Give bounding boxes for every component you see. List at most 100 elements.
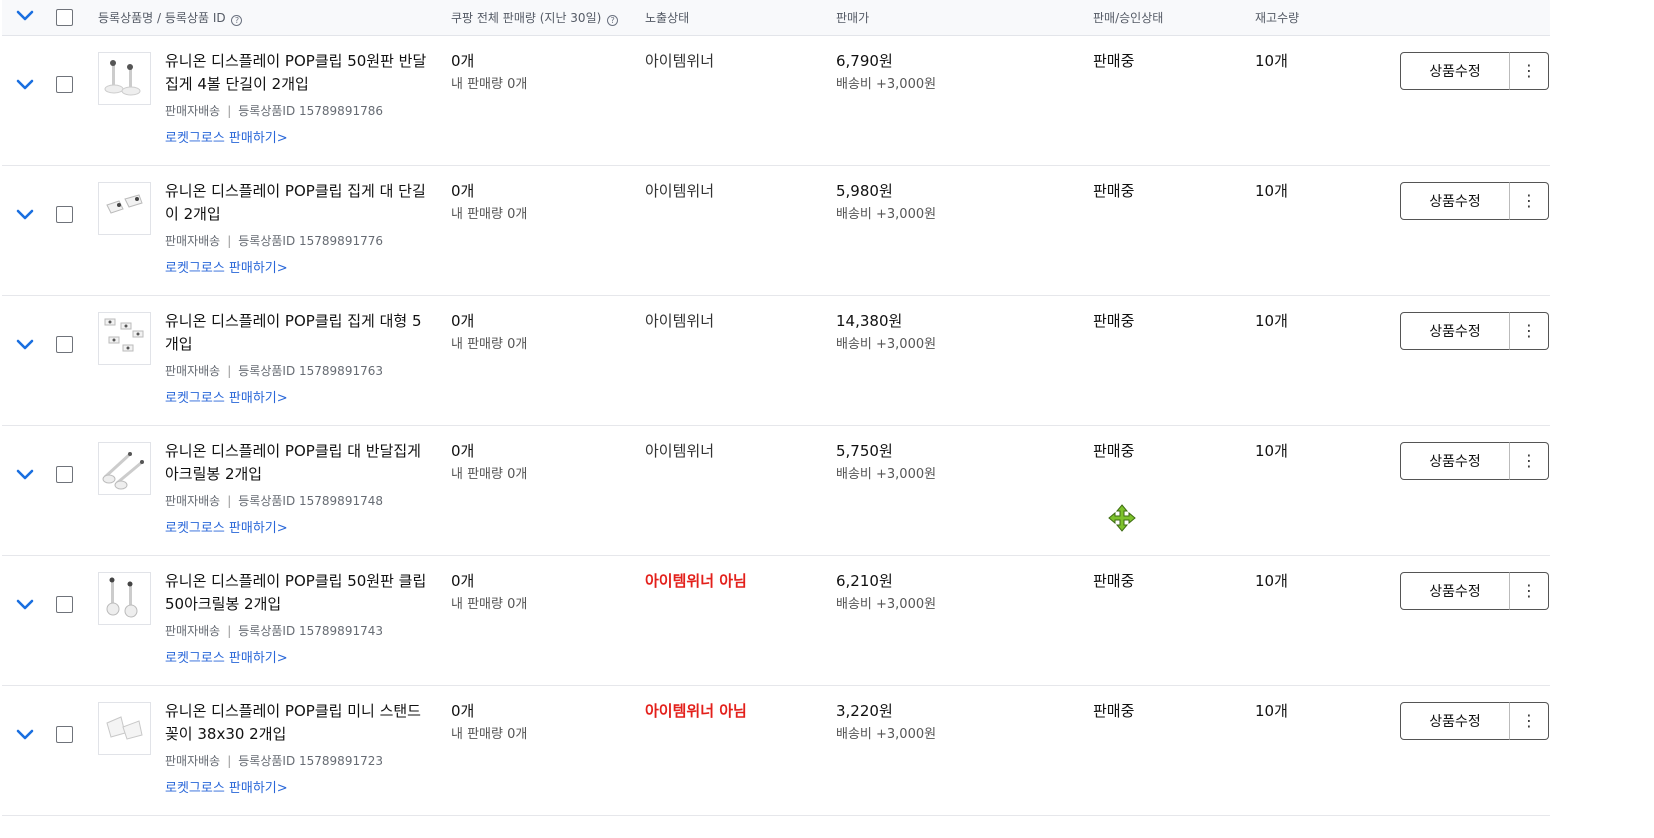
shipping-type: 판매자배송	[165, 624, 221, 638]
total-sales: 0개	[451, 182, 475, 200]
header-sales-label: 쿠팡 전체 판매량 (지난 30일)	[451, 11, 602, 25]
exposure-status: 아이템위너	[645, 312, 715, 330]
product-name[interactable]: 유니온 디스플레이 POP클립 50원판 클립 50아크릴봉 2개입	[165, 570, 430, 616]
row-checkbox[interactable]	[56, 596, 73, 613]
registered-id: 등록상품ID 15789891723	[238, 754, 383, 768]
product-meta: 판매자배송 | 등록상품ID 15789891776	[165, 232, 383, 249]
sale-status: 판매중	[1093, 442, 1135, 460]
row-checkbox[interactable]	[56, 726, 73, 743]
more-options-button[interactable]: ⋮	[1509, 52, 1549, 90]
sales-cell: 0개 내 판매량 0개	[451, 310, 527, 356]
price-cell: 6,210원 배송비 +3,000원	[836, 570, 936, 616]
rocket-growth-link[interactable]: 로켓그로스 판매하기>	[165, 127, 288, 146]
registered-id: 등록상품ID 15789891763	[238, 364, 383, 378]
chevron-down-icon[interactable]	[15, 598, 35, 612]
sales-cell: 0개내 판매량 0개	[451, 50, 527, 96]
meta-separator: |	[227, 624, 232, 638]
sales-cell: 0개 내 판매량 0개	[451, 570, 527, 616]
product-thumbnail[interactable]	[98, 442, 151, 495]
registered-id: 등록상품ID 15789891776	[238, 234, 383, 248]
rocket-growth-link[interactable]: 로켓그로스 판매하기>	[165, 647, 288, 666]
edit-product-button[interactable]: 상품수정	[1400, 312, 1510, 350]
header-sales: 쿠팡 전체 판매량 (지난 30일) ?	[451, 9, 619, 26]
rocket-growth-link[interactable]: 로켓그로스 판매하기>	[165, 517, 288, 536]
table-row: 유니온 디스플레이 POP클립 집게 대형 5개입 판매자배송 | 등록상품ID 15…	[2, 296, 1550, 426]
sale-status: 판매중	[1093, 182, 1135, 200]
sale-status: 판매중	[1093, 702, 1135, 720]
rocket-growth-link[interactable]: 로켓그로스 판매하기>	[165, 777, 288, 796]
stock-quantity: 10개	[1255, 442, 1288, 460]
product-thumbnail[interactable]	[98, 572, 151, 625]
stock-quantity: 10개	[1255, 182, 1288, 200]
rocket-growth-link[interactable]: 로켓그로스 판매하기>	[165, 257, 288, 276]
chevron-down-icon[interactable]	[15, 9, 35, 23]
row-checkbox[interactable]	[56, 206, 73, 223]
edit-product-button[interactable]: 상품수정	[1400, 182, 1510, 220]
price-cell: 14,380원 배송비 +3,000원	[836, 310, 936, 356]
product-meta: 판매자배송 | 등록상품ID 15789891748	[165, 492, 383, 509]
more-vertical-icon: ⋮	[1521, 581, 1537, 600]
row-checkbox[interactable]	[56, 336, 73, 353]
more-options-button[interactable]: ⋮	[1509, 182, 1549, 220]
edit-product-button[interactable]: 상품수정	[1400, 572, 1510, 610]
more-options-button[interactable]: ⋮	[1509, 572, 1549, 610]
more-vertical-icon: ⋮	[1521, 191, 1537, 210]
more-vertical-icon: ⋮	[1521, 711, 1537, 730]
stock-quantity: 10개	[1255, 312, 1288, 330]
header-product-label: 등록상품명 / 등록상품 ID	[98, 11, 226, 25]
stock-quantity: 10개	[1255, 702, 1288, 720]
header-price: 판매가	[836, 11, 870, 25]
header-exposure: 노출상태	[645, 11, 690, 25]
help-icon[interactable]: ?	[607, 15, 619, 26]
product-thumbnail[interactable]	[98, 52, 151, 105]
product-thumbnail[interactable]	[98, 702, 151, 755]
help-icon[interactable]: ?	[231, 15, 243, 26]
shipping-type: 판매자배송	[165, 234, 221, 248]
more-vertical-icon: ⋮	[1521, 321, 1537, 340]
chevron-down-icon[interactable]	[15, 338, 35, 352]
edit-product-button[interactable]: 상품수정	[1400, 702, 1510, 740]
my-sales: 내 판매량 0개	[451, 597, 528, 612]
total-sales: 0개	[451, 442, 475, 460]
row-checkbox[interactable]	[56, 76, 73, 93]
table-row: 유니온 디스플레이 POP클립 미니 스탠드꽂이 38x30 2개입 판매자배송 |…	[2, 686, 1550, 816]
edit-product-button[interactable]: 상품수정	[1400, 52, 1510, 90]
row-checkbox[interactable]	[56, 466, 73, 483]
more-options-button[interactable]: ⋮	[1509, 442, 1549, 480]
product-name[interactable]: 유니온 디스플레이 POP클립 집게 대 단길이 2개입	[165, 180, 430, 226]
my-sales: 내 판매량 0개	[451, 207, 528, 222]
move-cursor-icon	[1108, 504, 1136, 532]
my-sales: 내 판매량 0개	[451, 467, 528, 482]
shipping-type: 판매자배송	[165, 104, 221, 118]
meta-separator: |	[227, 494, 232, 508]
chevron-down-icon[interactable]	[15, 78, 35, 92]
price-cell: 5,980원 배송비 +3,000원	[836, 180, 936, 226]
total-sales: 0개	[451, 312, 475, 330]
chevron-down-icon[interactable]	[15, 728, 35, 742]
more-options-button[interactable]: ⋮	[1509, 312, 1549, 350]
shipping-fee: 배송비 +3,000원	[836, 597, 937, 612]
product-name[interactable]: 유니온 디스플레이 POP클립 집게 대형 5개입	[165, 310, 430, 356]
product-name[interactable]: 유니온 디스플레이 POP클립 대 반달집게 아크릴봉 2개입	[165, 440, 430, 486]
registered-id: 등록상품ID 15789891786	[238, 104, 383, 118]
stock-quantity: 10개	[1255, 572, 1288, 590]
registered-id: 등록상품ID 15789891748	[238, 494, 383, 508]
select-all-checkbox[interactable]	[56, 9, 73, 26]
rocket-growth-link[interactable]: 로켓그로스 판매하기>	[165, 387, 288, 406]
product-name[interactable]: 유니온 디스플레이 POP클립 미니 스탠드꽂이 38x30 2개입	[165, 700, 430, 746]
table-row: 유니온 디스플레이 POP클립 50원판 클립 50아크릴봉 2개입판매자배송 |…	[2, 556, 1550, 686]
chevron-down-icon[interactable]	[15, 468, 35, 482]
sale-status: 판매중	[1093, 572, 1135, 590]
total-sales: 0개	[451, 52, 475, 70]
meta-separator: |	[227, 364, 232, 378]
my-sales: 내 판매량 0개	[451, 77, 528, 92]
more-options-button[interactable]: ⋮	[1509, 702, 1549, 740]
price-cell: 3,220원 배송비 +3,000원	[836, 700, 936, 746]
product-name[interactable]: 유니온 디스플레이 POP클립 50원판 반달집게 4볼 단길이 2개입	[165, 50, 430, 96]
product-thumbnail[interactable]	[98, 312, 151, 365]
chevron-down-icon[interactable]	[15, 208, 35, 222]
edit-product-button[interactable]: 상품수정	[1400, 442, 1510, 480]
product-meta: 판매자배송 | 등록상품ID 15789891743	[165, 622, 383, 639]
exposure-status: 아이템위너 아님	[645, 572, 747, 590]
product-thumbnail[interactable]	[98, 182, 151, 235]
